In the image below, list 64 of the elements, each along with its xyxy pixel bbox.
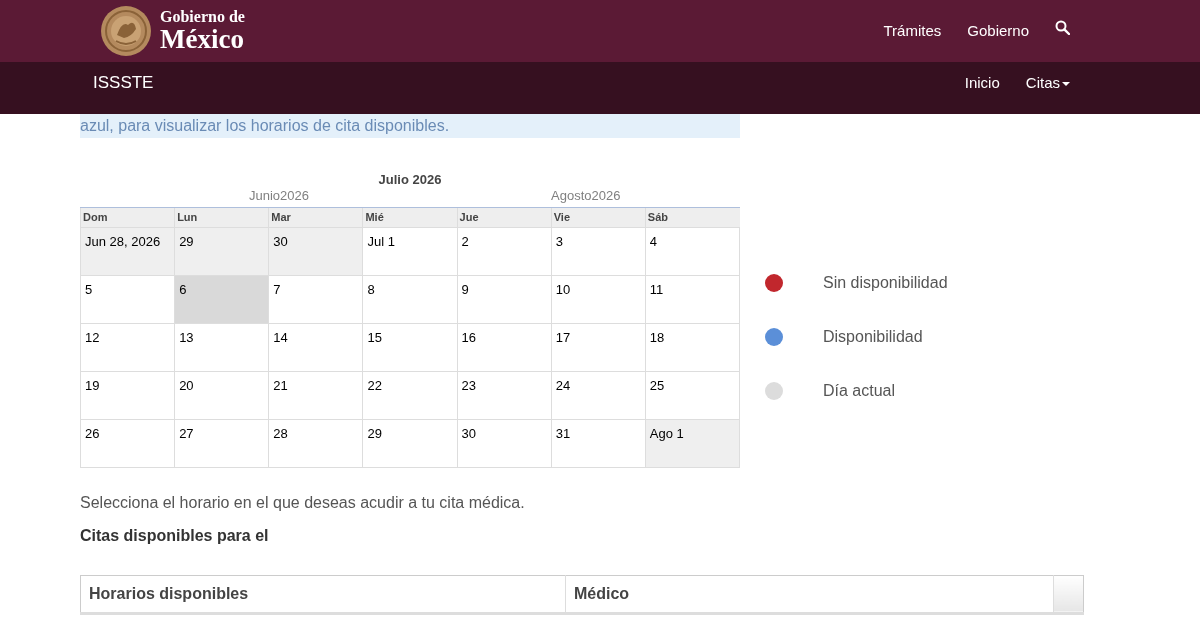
- column-header: Médico: [565, 575, 1054, 613]
- weekday-header: Vie: [551, 207, 646, 227]
- calendar-day[interactable]: 30: [268, 227, 363, 275]
- calendar-day[interactable]: 13: [174, 323, 269, 371]
- calendar-day[interactable]: 18: [645, 323, 740, 371]
- empty-column-header: [1053, 575, 1084, 613]
- nav-link[interactable]: Gobierno: [967, 15, 1029, 47]
- calendar-day[interactable]: 10: [551, 275, 646, 323]
- instructions-text: Selecciona el horario en el que deseas acudir a tu cita médica.: [80, 492, 526, 513]
- calendar-day[interactable]: Ago 1: [645, 419, 740, 467]
- calendar-day[interactable]: 16: [457, 323, 552, 371]
- calendar-day[interactable]: 15: [362, 323, 458, 371]
- calendar-day[interactable]: 20: [174, 371, 269, 419]
- calendar-day[interactable]: 14: [268, 323, 363, 371]
- calendar-day[interactable]: 6: [174, 275, 269, 323]
- info-notice: azul, para visualizar los horarios de cita disponibles.: [80, 114, 740, 138]
- legend-label: Día actual: [823, 381, 896, 401]
- search-button[interactable]: [1055, 19, 1070, 35]
- calendar-day[interactable]: 22: [362, 371, 458, 419]
- nav-link[interactable]: Trámites: [883, 15, 942, 47]
- weekday-header: Lun: [174, 207, 269, 227]
- appointments-subtitle: Citas disponibles para el: [80, 525, 270, 546]
- calendar-day[interactable]: 29: [174, 227, 269, 275]
- weekday-header: Mar: [268, 207, 363, 227]
- calendar-day[interactable]: 9: [457, 275, 552, 323]
- weekday-header: Jue: [457, 207, 552, 227]
- calendar-day[interactable]: 8: [362, 275, 458, 323]
- search-icon: [1055, 19, 1070, 35]
- calendar-day[interactable]: 26: [80, 419, 175, 467]
- calendar-day[interactable]: 25: [645, 371, 740, 419]
- caret-icon: [1062, 81, 1070, 86]
- legend-label: Disponibilidad: [823, 327, 923, 347]
- previous-month-link[interactable]: Junio2026: [249, 188, 309, 204]
- calendar-day[interactable]: 4: [645, 227, 740, 275]
- weekday-header: Sáb: [645, 207, 740, 227]
- legend-label: Sin disponibilidad: [823, 273, 948, 293]
- calendar-day[interactable]: 12: [80, 323, 175, 371]
- calendar-day[interactable]: 27: [174, 419, 269, 467]
- calendar-day[interactable]: 23: [457, 371, 552, 419]
- calendar-day[interactable]: 17: [551, 323, 646, 371]
- weekday-header: Dom: [80, 207, 175, 227]
- calendar-day[interactable]: 7: [268, 275, 363, 323]
- calendar-day[interactable]: 2: [457, 227, 552, 275]
- calendar-day[interactable]: 5: [80, 275, 175, 323]
- calendar-day[interactable]: 21: [268, 371, 363, 419]
- nav-link[interactable]: Inicio: [964, 67, 1000, 99]
- section-title-link[interactable]: ISSSTE: [93, 70, 154, 96]
- calendar-title: Julio 2026: [378, 172, 442, 187]
- dropdown-menu-link[interactable]: Citas: [1025, 67, 1070, 99]
- calendar-day[interactable]: 19: [80, 371, 175, 419]
- weekday-header: Mié: [362, 207, 458, 227]
- column-header: Horarios disponibles: [80, 575, 566, 613]
- calendar-day[interactable]: Jul 1: [362, 227, 458, 275]
- calendar-day[interactable]: Jun 28, 2026: [80, 227, 175, 275]
- calendar-day[interactable]: 3: [551, 227, 646, 275]
- calendar-day[interactable]: 31: [551, 419, 646, 467]
- next-month-link[interactable]: Agosto2026: [551, 188, 621, 204]
- calendar-day[interactable]: 28: [268, 419, 363, 467]
- calendar-day[interactable]: 30: [457, 419, 552, 467]
- calendar-day[interactable]: 24: [551, 371, 646, 419]
- round-emblem-icon: [100, 5, 152, 57]
- calendar-day[interactable]: 29: [362, 419, 458, 467]
- calendar-day[interactable]: 11: [645, 275, 740, 323]
- home-logo-link[interactable]: Gobierno de México: [100, 5, 245, 57]
